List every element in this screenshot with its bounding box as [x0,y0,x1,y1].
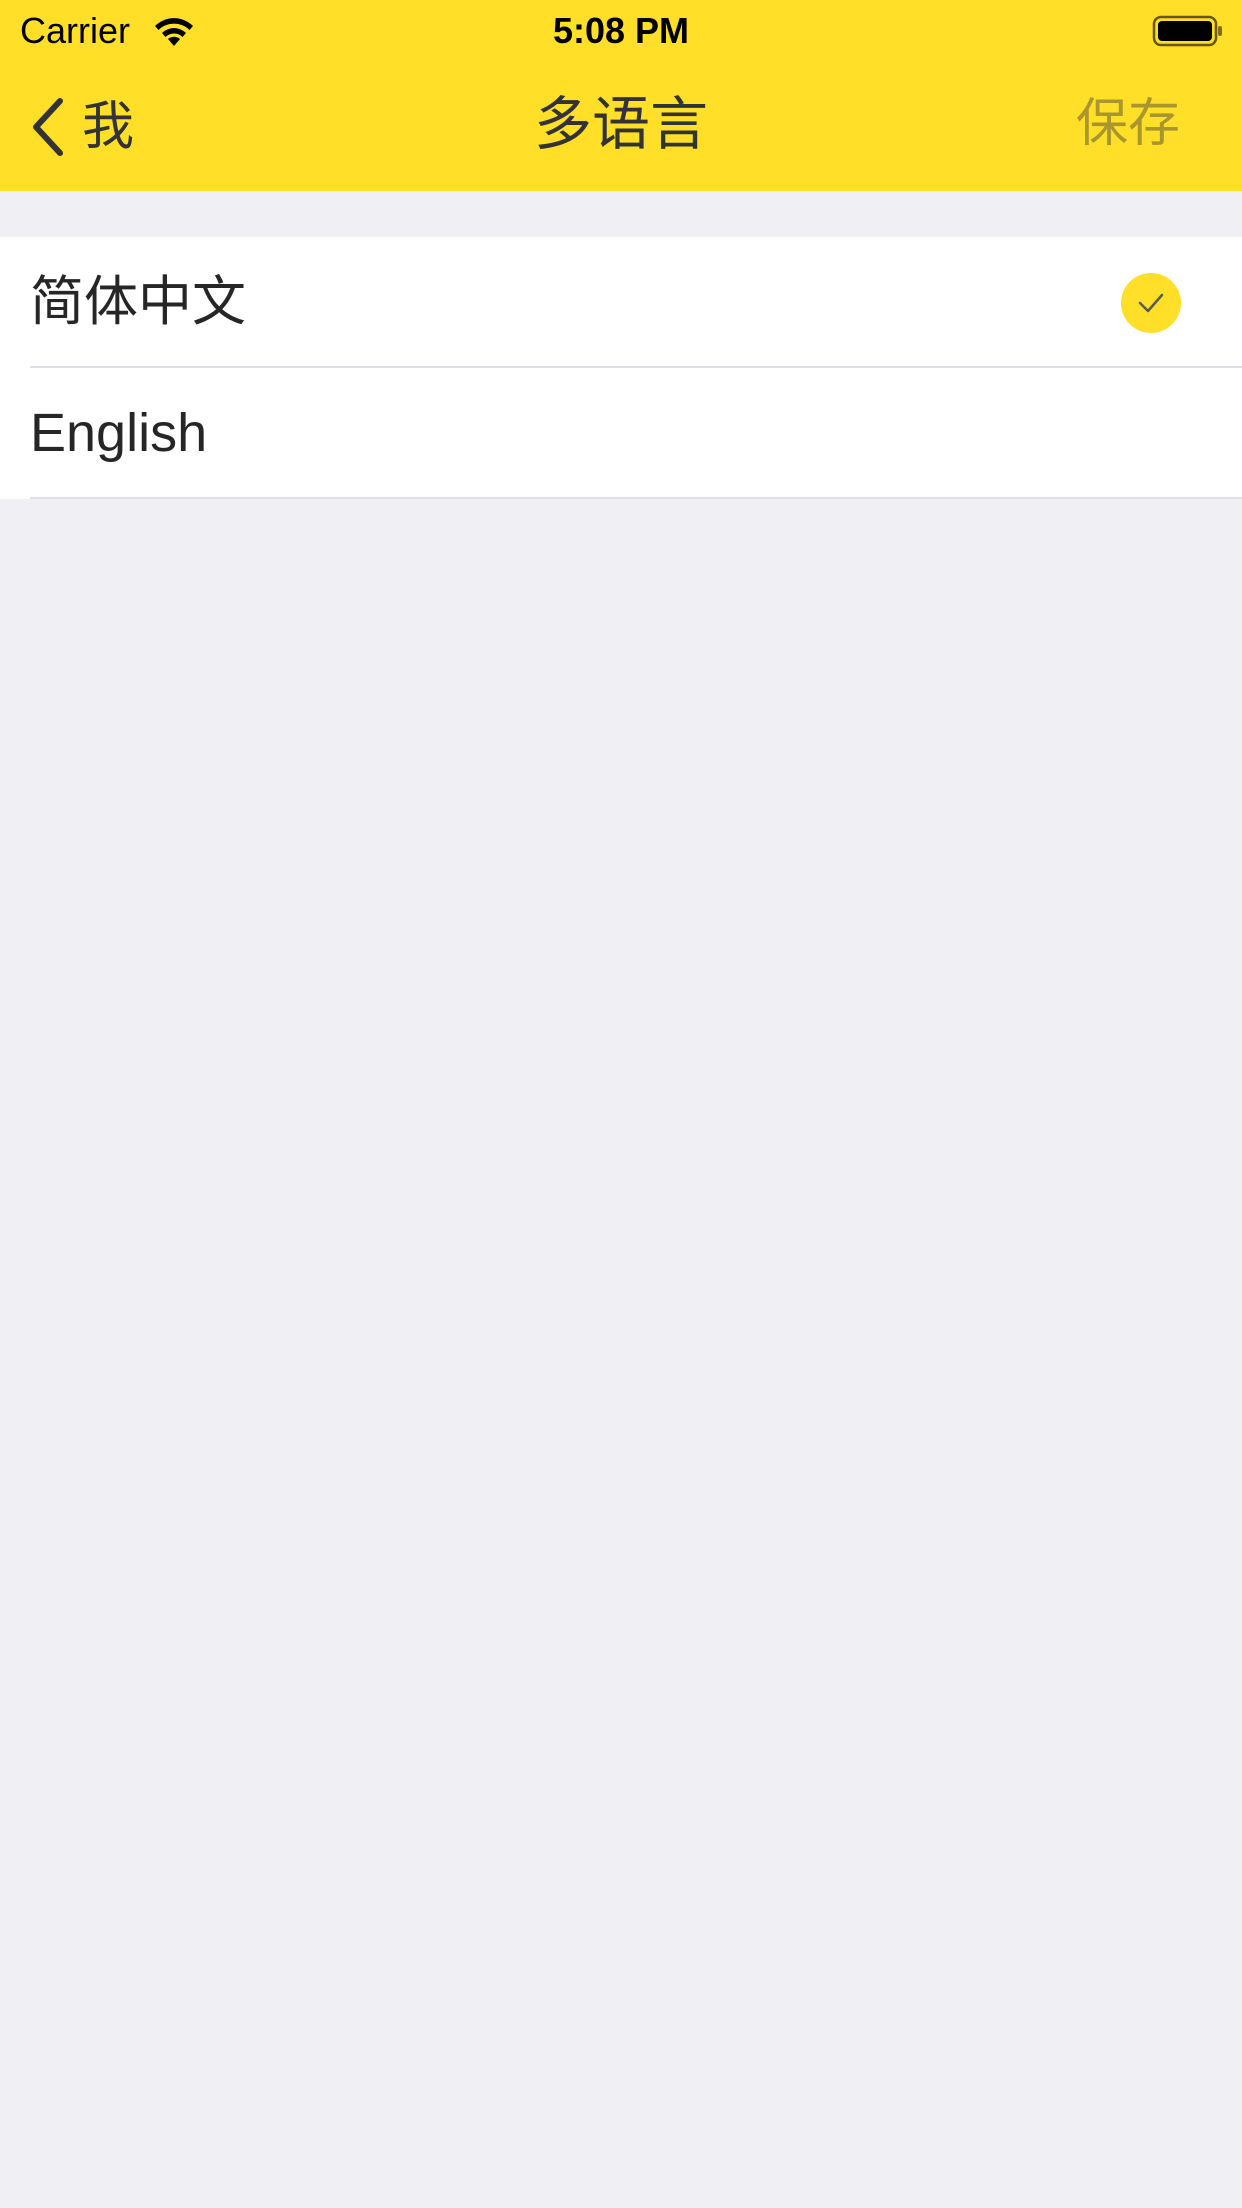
language-label: English [30,403,208,463]
checkmark-icon [1121,273,1181,333]
language-option-english[interactable]: English [0,368,1242,499]
language-settings-screen: Carrier 5:08 PM 我 多语言 保存 简体中文 English [0,0,1242,2208]
language-label: 简体中文 [30,272,246,332]
language-option-simplified-chinese[interactable]: 简体中文 [0,237,1242,368]
navigation-bar: 我 多语言 保存 [0,62,1242,191]
row-divider [30,497,1242,499]
save-button[interactable]: 保存 [1076,92,1180,156]
top-bar: Carrier 5:08 PM 我 多语言 保存 [0,0,1242,191]
language-list: 简体中文 English [0,237,1242,499]
status-bar: Carrier 5:08 PM [0,0,1242,62]
battery-icon [1152,14,1224,48]
status-time: 5:08 PM [552,10,690,51]
page-title: 多语言 [533,92,708,157]
